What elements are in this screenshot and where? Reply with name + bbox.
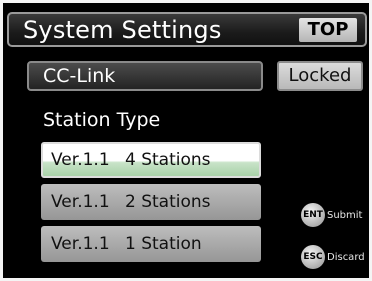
discard-label: Discard	[327, 251, 365, 263]
top-button[interactable]: TOP	[299, 18, 357, 42]
station-type-label: Station Type	[43, 109, 161, 131]
submit-key[interactable]: ENT Submit	[301, 203, 362, 227]
station-option-version: Ver.1.1	[51, 192, 110, 212]
station-option-4-stations[interactable]: Ver.1.1 4 Stations	[41, 142, 261, 178]
escape-key-icon: ESC	[301, 245, 325, 269]
station-option-version: Ver.1.1	[51, 234, 110, 254]
station-option-version: Ver.1.1	[51, 150, 110, 170]
station-option-count: 1 Station	[125, 234, 202, 254]
enter-key-icon: ENT	[301, 203, 325, 227]
station-option-count: 4 Stations	[125, 150, 211, 170]
network-type-field[interactable]: CC-Link	[27, 61, 263, 91]
station-type-list: Ver.1.1 4 Stations Ver.1.1 2 Stations Ver.…	[41, 142, 261, 268]
submit-label: Submit	[327, 209, 363, 221]
settings-screen: System Settings TOP CC-Link Locked Stati…	[3, 3, 369, 278]
page-title: System Settings	[23, 16, 222, 44]
title-bar: System Settings TOP	[7, 12, 367, 47]
station-option-count: 2 Stations	[125, 192, 211, 212]
station-option-2-stations[interactable]: Ver.1.1 2 Stations	[41, 184, 261, 220]
lock-status-badge: Locked	[277, 61, 363, 91]
discard-key[interactable]: ESC Discard	[301, 245, 365, 269]
station-option-1-station[interactable]: Ver.1.1 1 Station	[41, 226, 261, 262]
